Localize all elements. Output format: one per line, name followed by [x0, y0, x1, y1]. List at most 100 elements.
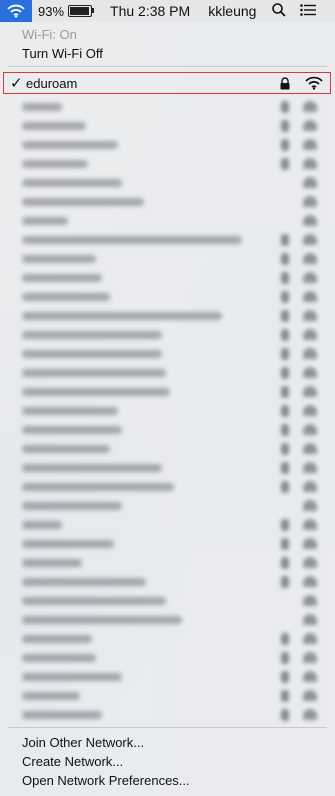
network-item[interactable]	[0, 477, 335, 497]
network-name-blurred	[22, 179, 122, 187]
menu-separator	[8, 66, 327, 67]
network-item[interactable]	[0, 268, 335, 288]
lock-icon	[281, 576, 289, 588]
lock-icon	[281, 120, 289, 132]
network-name-blurred	[22, 445, 110, 453]
wifi-signal-icon	[303, 671, 317, 682]
network-item[interactable]	[0, 287, 335, 307]
network-name-blurred	[22, 255, 96, 263]
create-network-item[interactable]: Create Network...	[22, 754, 123, 769]
lock-icon	[281, 139, 289, 151]
battery-level-fill	[70, 7, 89, 15]
menubar-clock[interactable]: Thu 2:38 PM	[110, 3, 190, 19]
network-item[interactable]	[0, 306, 335, 326]
spotlight-search-icon[interactable]	[272, 2, 287, 20]
network-item[interactable]	[0, 420, 335, 440]
network-item[interactable]	[0, 534, 335, 554]
network-item[interactable]	[0, 173, 335, 193]
wifi-signal-icon	[303, 576, 317, 587]
network-item[interactable]	[0, 325, 335, 345]
network-name-blurred	[22, 521, 62, 529]
network-item[interactable]	[0, 249, 335, 269]
wifi-signal-icon	[303, 291, 317, 302]
lock-icon	[281, 253, 289, 265]
network-name-blurred	[22, 141, 118, 149]
wifi-menu-icon[interactable]	[0, 0, 32, 22]
network-item[interactable]	[0, 705, 335, 725]
wifi-signal-icon	[303, 633, 317, 644]
network-item[interactable]	[0, 135, 335, 155]
open-network-preferences-item[interactable]: Open Network Preferences...	[22, 773, 190, 788]
turn-wifi-off-item[interactable]: Turn Wi-Fi Off	[22, 46, 103, 61]
network-item[interactable]	[0, 97, 335, 117]
notification-center-icon[interactable]	[300, 3, 317, 19]
network-item[interactable]	[0, 591, 335, 611]
network-item[interactable]	[0, 686, 335, 706]
network-item[interactable]	[0, 496, 335, 516]
network-name-blurred	[22, 160, 88, 168]
network-item[interactable]	[0, 515, 335, 535]
wifi-signal-icon	[303, 367, 317, 378]
network-item[interactable]	[0, 458, 335, 478]
network-item[interactable]	[0, 192, 335, 212]
network-name-blurred	[22, 198, 144, 206]
join-other-network-item[interactable]: Join Other Network...	[22, 735, 144, 750]
network-name-blurred	[22, 673, 122, 681]
network-item[interactable]	[0, 610, 335, 630]
wifi-signal-icon	[303, 652, 317, 663]
network-name-blurred	[22, 331, 162, 339]
lock-icon	[281, 557, 289, 569]
wifi-signal-icon	[303, 500, 317, 511]
battery-percentage[interactable]: 93%	[38, 4, 64, 19]
network-item[interactable]	[0, 382, 335, 402]
network-item-connected[interactable]: ✓ eduroam	[3, 72, 331, 94]
wifi-signal-icon	[303, 614, 317, 625]
battery-icon[interactable]	[68, 5, 95, 17]
network-name: eduroam	[26, 76, 78, 91]
wifi-signal-icon	[303, 177, 317, 188]
lock-icon	[281, 690, 289, 702]
network-item[interactable]	[0, 648, 335, 668]
network-item[interactable]	[0, 154, 335, 174]
lock-icon	[281, 424, 289, 436]
lock-icon	[281, 291, 289, 303]
wifi-signal-icon	[303, 253, 317, 264]
wifi-signal-icon	[303, 196, 317, 207]
wifi-signal-icon	[303, 139, 317, 150]
lock-icon	[281, 462, 289, 474]
network-item[interactable]	[0, 553, 335, 573]
lock-icon	[281, 329, 289, 341]
network-item[interactable]	[0, 667, 335, 687]
wifi-signal-icon	[303, 329, 317, 340]
lock-icon	[281, 310, 289, 322]
network-item[interactable]	[0, 344, 335, 364]
menubar-user[interactable]: kkleung	[208, 3, 256, 19]
network-item[interactable]	[0, 211, 335, 231]
network-name-blurred	[22, 236, 242, 244]
lock-icon	[281, 538, 289, 550]
lock-icon	[281, 405, 289, 417]
wifi-signal-icon	[303, 310, 317, 321]
checkmark-icon: ✓	[10, 75, 23, 92]
lock-icon	[281, 652, 289, 664]
wifi-status: Wi-Fi: On	[22, 27, 77, 42]
network-item[interactable]	[0, 363, 335, 383]
wifi-signal-icon	[303, 215, 317, 226]
network-item[interactable]	[0, 439, 335, 459]
network-item[interactable]	[0, 401, 335, 421]
wifi-signal-icon	[303, 557, 317, 568]
wifi-signal-icon	[303, 348, 317, 359]
network-item[interactable]	[0, 629, 335, 649]
lock-icon	[281, 234, 289, 246]
wifi-signal-icon	[303, 481, 317, 492]
wifi-signal-icon	[303, 519, 317, 530]
network-item[interactable]	[0, 230, 335, 250]
network-name-blurred	[22, 692, 80, 700]
network-name-blurred	[22, 350, 162, 358]
lock-icon	[281, 633, 289, 645]
network-item[interactable]	[0, 116, 335, 136]
network-name-blurred	[22, 616, 182, 624]
network-item[interactable]	[0, 572, 335, 592]
lock-icon	[280, 77, 290, 95]
wifi-signal-icon	[303, 272, 317, 283]
